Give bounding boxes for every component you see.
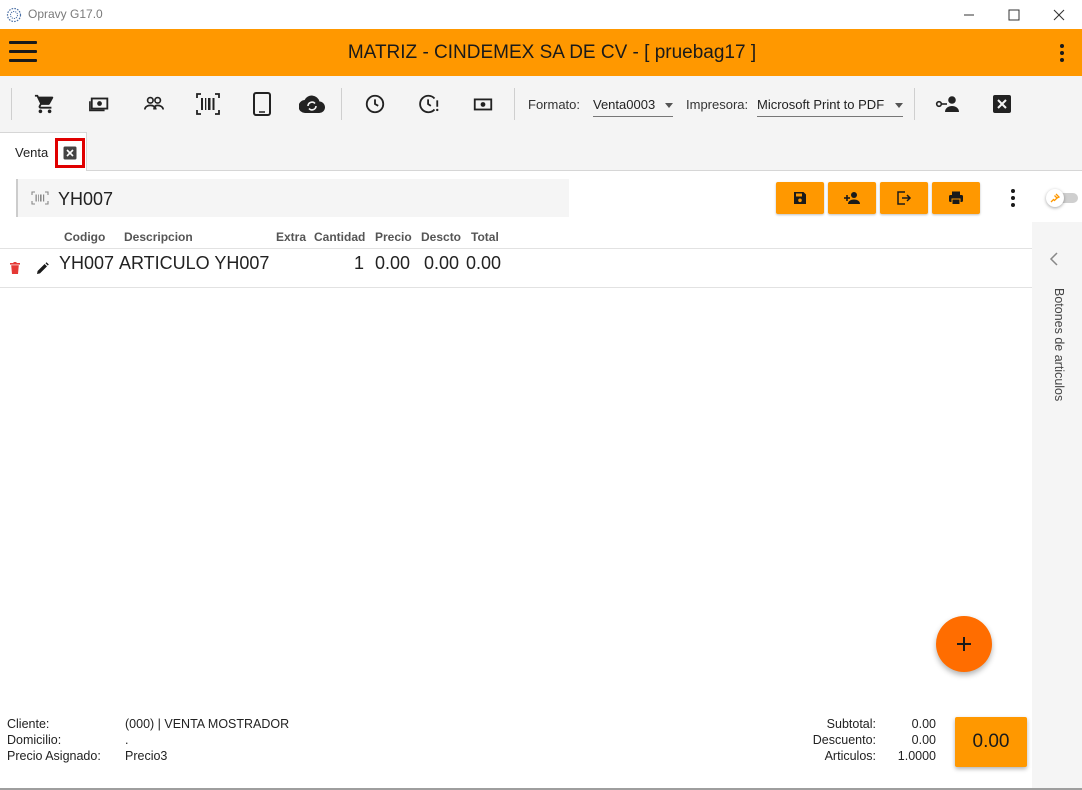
cash-icon[interactable] [469,90,497,118]
col-codigo: Codigo [64,230,106,244]
impresora-select[interactable]: Microsoft Print to PDF [757,93,903,117]
user-key-icon[interactable] [934,90,962,118]
maximize-button[interactable] [991,0,1037,29]
barcode-scan-icon[interactable] [194,90,222,118]
impresora-label: Impresora: [686,97,749,112]
product-search-box [16,179,569,217]
col-precio: Precio [375,230,412,244]
table-row[interactable]: YH007 ARTICULO YH007 1 0.00 0.00 0.00 [0,249,1032,288]
print-button[interactable] [932,182,980,214]
descuento-label: Descuento: [812,733,876,747]
domicilio-value: . [125,733,129,747]
close-session-icon[interactable] [988,90,1016,118]
tab-venta[interactable]: Venta [0,132,87,171]
clock-alert-icon[interactable] [415,90,443,118]
save-button[interactable] [776,182,824,214]
cart-icon[interactable] [31,90,59,118]
add-person-icon [844,192,860,204]
close-icon [1053,9,1065,20]
more-options-icon[interactable] [1054,42,1070,64]
total-button[interactable]: 0.00 [955,717,1027,767]
chevron-left-icon[interactable] [1049,252,1059,266]
pin-icon [1046,189,1064,207]
toolbar-divider [341,88,342,120]
plus-icon [957,637,971,651]
articles-side-panel: Botones de articulos [1032,222,1082,790]
subtotal-value: 0.00 [911,717,936,731]
cell-codigo: YH007 [59,253,115,273]
impresora-value: Microsoft Print to PDF [757,97,885,112]
minimize-button[interactable] [946,0,992,29]
dropdown-arrow-icon [665,103,673,108]
subtotal-label: Subtotal: [826,717,876,731]
toolbar-divider [914,88,915,120]
side-panel-label: Botones de articulos [1052,288,1066,402]
precio-asignado-value: Precio3 [125,749,168,763]
header-title: MATRIZ - CINDEMEX SA DE CV - [ pruebag17… [347,42,757,63]
customers-icon[interactable] [140,90,168,118]
exit-button[interactable] [880,182,928,214]
dropdown-arrow-icon [895,103,903,108]
cliente-value: (000) | VENTA MOSTRADOR [125,717,290,731]
cloud-sync-icon[interactable] [298,90,326,118]
cell-descripcion: ARTICULO YH007 [119,253,270,273]
clock-icon[interactable] [361,90,389,118]
toolbar-divider [514,88,515,120]
close-tab-button[interactable] [55,138,85,168]
pin-toggle[interactable] [1046,189,1078,207]
maximize-icon [1008,9,1020,20]
window-titlebar: Opravy G17.0 [0,0,1082,29]
toolbar-divider [11,88,12,120]
cliente-label: Cliente: [7,717,50,731]
more-options-icon[interactable] [1006,187,1020,209]
articulos-value: 1.0000 [897,749,936,763]
close-tab-icon [63,146,77,160]
app-logo-icon [6,7,22,23]
col-cantidad: Cantidad [314,230,366,244]
cell-precio: 0.00 [375,253,411,273]
product-code-input[interactable] [58,185,538,213]
domicilio-label: Domicilio: [7,733,62,747]
items-table-header: Codigo Descripcion Extra Cantidad Precio… [0,228,1032,249]
formato-value: Venta0003 [593,97,656,112]
toolbar: Formato: Venta0003 Impresora: Microsoft … [0,76,1082,132]
cash-register-icon[interactable] [86,90,114,118]
edit-icon[interactable] [37,262,49,274]
descuento-value: 0.00 [911,733,936,747]
col-extra: Extra [276,230,307,244]
add-fab-button[interactable] [936,616,992,672]
col-descto: Descto [421,230,462,244]
add-customer-button[interactable] [828,182,876,214]
save-icon [794,192,806,204]
minimize-icon [964,14,974,15]
formato-select[interactable]: Venta0003 [593,93,673,117]
exit-icon [897,191,912,205]
cell-cantidad: 1 [354,253,365,273]
close-window-button[interactable] [1036,0,1082,29]
cell-total: 0.00 [466,253,502,273]
delete-icon[interactable] [10,262,20,274]
barcode-icon [31,191,49,205]
articulos-label: Articulos: [824,749,876,763]
tab-label: Venta [15,145,49,160]
window-title: Opravy G17.0 [28,7,103,21]
print-icon [949,191,963,205]
col-descripcion: Descripcion [124,230,193,244]
app-header: MATRIZ - CINDEMEX SA DE CV - [ pruebag17… [0,29,1082,76]
cell-descto: 0.00 [424,253,460,273]
col-total: Total [471,230,499,244]
precio-asignado-label: Precio Asignado: [7,749,101,763]
app-window: Opravy G17.0 MATRIZ - CINDEMEX SA DE CV … [0,0,1082,790]
formato-label: Formato: [528,97,581,112]
tab-bar: Venta [0,132,1082,171]
tablet-icon[interactable] [248,90,276,118]
